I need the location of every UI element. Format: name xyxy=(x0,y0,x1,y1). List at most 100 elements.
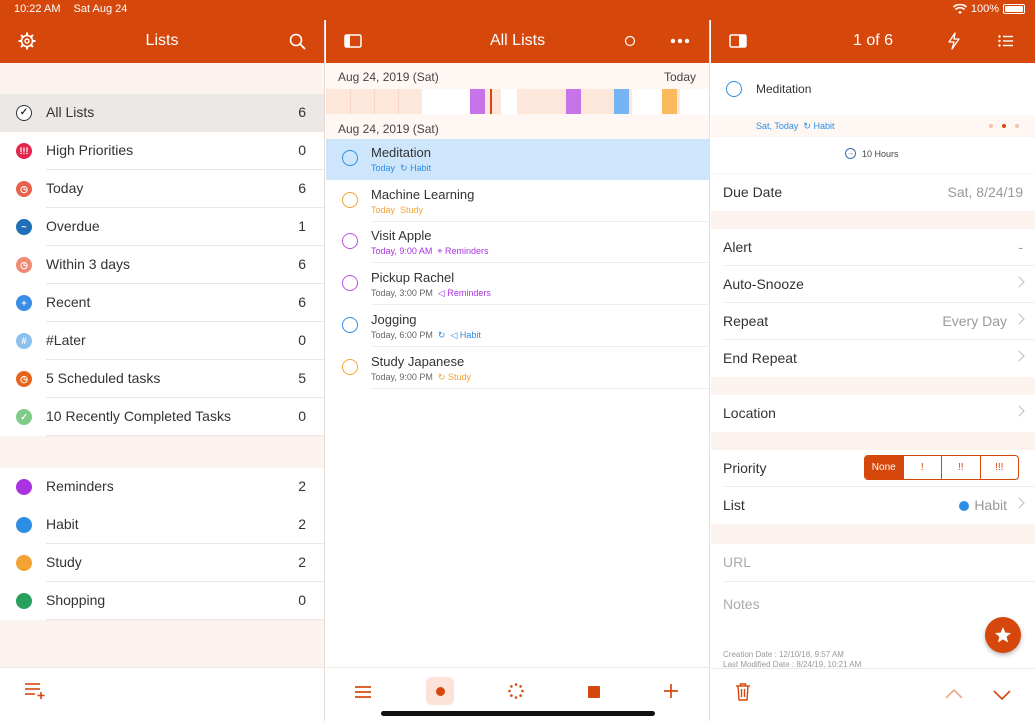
list-menu-icon[interactable] xyxy=(995,31,1017,51)
task-complete-checkbox[interactable] xyxy=(342,275,358,291)
chevron-up-icon[interactable] xyxy=(945,686,963,704)
notes-row[interactable]: Notes Creation Date : 12/10/18, 9:57 AM … xyxy=(711,582,1035,669)
task-complete-checkbox[interactable] xyxy=(342,317,358,333)
list-count: 2 xyxy=(298,478,306,494)
task-title: Pickup Rachel xyxy=(371,270,455,285)
alarm-icon: ◁ xyxy=(450,330,458,340)
list-count: 6 xyxy=(298,294,306,310)
end-repeat-label: End Repeat xyxy=(723,350,797,366)
task-title: Machine Learning xyxy=(371,187,475,202)
focus-record-button[interactable] xyxy=(426,677,454,705)
task-title-field[interactable]: Meditation xyxy=(756,82,811,96)
chevron-down-icon[interactable] xyxy=(993,687,1011,705)
lists-bottom-bar xyxy=(0,667,324,721)
lists-title: Lists xyxy=(145,32,179,49)
list-label: 5 Scheduled tasks xyxy=(46,370,161,386)
task-complete-checkbox[interactable] xyxy=(342,233,358,249)
tasks-nav-bar: All Lists xyxy=(326,20,709,63)
list-label: Today xyxy=(46,180,84,196)
today-button[interactable]: Today xyxy=(664,70,696,84)
task-complete-checkbox[interactable] xyxy=(342,359,358,375)
timeline-date: Aug 24, 2019 (Sat) xyxy=(338,70,439,84)
timeline-strip[interactable] xyxy=(326,89,709,114)
battery-percent: 100% xyxy=(970,3,999,15)
list-count: 1 xyxy=(298,218,306,234)
location-label: Location xyxy=(723,405,776,421)
list-label: Shopping xyxy=(46,592,106,608)
list-label: All Lists xyxy=(46,104,95,120)
list-label: High Priorities xyxy=(46,142,134,158)
task-complete-checkbox[interactable] xyxy=(726,81,742,97)
status-time: 10:22 AM xyxy=(14,3,61,15)
url-row[interactable]: URL xyxy=(711,544,1035,582)
chevron-right-icon xyxy=(1013,276,1025,288)
repeat-row[interactable]: Repeat Every Day xyxy=(711,303,1035,340)
trash-icon[interactable] xyxy=(735,682,751,706)
list-item-recently-completed[interactable]: ✓ 10 Recently Completed Tasks 0 xyxy=(0,398,324,436)
timeline-reminder-block xyxy=(470,89,485,114)
due-date-row[interactable]: Due Date Sat, 8/24/19 xyxy=(711,174,1035,211)
task-row-jogging[interactable]: Jogging Today, 6:00 PM ↻ ◁ Habit xyxy=(326,306,709,347)
list-item-within-3-days[interactable]: ◷ Within 3 days 6 xyxy=(0,246,324,284)
tasks-panel: All Lists Aug 24, 2019 (Sat) Today Aug 2… xyxy=(326,0,710,721)
task-row-meditation[interactable]: Meditation Today ↻ Habit xyxy=(326,139,709,180)
divider xyxy=(371,262,709,263)
check-icon: ✓ xyxy=(16,409,32,425)
task-row-machine-learning[interactable]: Machine Learning Today Study xyxy=(326,181,709,222)
priority-none-option[interactable]: None xyxy=(865,456,903,479)
section-header: Aug 24, 2019 (Sat) xyxy=(326,114,709,139)
list-item-later[interactable]: # #Later 0 xyxy=(0,322,324,360)
list-item-shopping[interactable]: Shopping 0 xyxy=(0,582,324,620)
lightning-icon[interactable] xyxy=(943,31,965,51)
task-meta: Today Study xyxy=(371,205,423,215)
task-row-visit-apple[interactable]: Visit Apple Today, 9:00 AM ⌖ Reminders xyxy=(326,222,709,263)
auto-snooze-label: Auto-Snooze xyxy=(723,276,804,292)
location-row[interactable]: Location xyxy=(711,395,1035,432)
shopping-color-dot xyxy=(16,593,32,609)
notes-field: Notes xyxy=(723,596,760,612)
priority-low-option[interactable]: ! xyxy=(902,456,942,479)
duration-icon: → xyxy=(845,148,856,159)
creation-date: Creation Date : 12/10/18, 9:57 AM xyxy=(723,650,844,659)
task-meta: Today, 6:00 PM ↻ ◁ Habit xyxy=(371,330,481,341)
list-item-today[interactable]: ◷ Today 6 xyxy=(0,170,324,208)
task-row-pickup-rachel[interactable]: Pickup Rachel Today, 3:00 PM ◁ Reminders xyxy=(326,264,709,305)
progress-spinner-icon[interactable] xyxy=(508,683,524,704)
add-list-icon[interactable] xyxy=(24,680,46,705)
focus-circle-icon[interactable] xyxy=(619,31,641,51)
priority-medium-option[interactable]: !! xyxy=(941,456,980,479)
task-complete-checkbox[interactable] xyxy=(342,192,358,208)
home-indicator xyxy=(381,711,655,716)
task-row-study-japanese[interactable]: Study Japanese Today, 9:00 PM ↻ Study xyxy=(326,348,709,389)
task-title: Jogging xyxy=(371,312,417,327)
list-item-reminders[interactable]: Reminders 2 xyxy=(0,468,324,506)
lists-panel: Lists ✓ All Lists 6 !!! High Priorities … xyxy=(0,0,325,721)
task-complete-checkbox[interactable] xyxy=(342,150,358,166)
add-task-icon[interactable] xyxy=(663,683,679,704)
duration-row[interactable]: → 10 Hours xyxy=(711,137,1035,173)
list-item-high-priorities[interactable]: !!! High Priorities 0 xyxy=(0,132,324,170)
divider xyxy=(46,619,324,620)
list-item-all-lists[interactable]: ✓ All Lists 6 xyxy=(0,94,324,132)
more-options-icon[interactable] xyxy=(669,31,691,51)
detail-bottom-bar xyxy=(711,668,1035,721)
priority-high-option[interactable]: !!! xyxy=(979,456,1019,479)
auto-snooze-row[interactable]: Auto-Snooze xyxy=(711,266,1035,303)
habit-color-dot xyxy=(16,517,32,533)
list-item-study[interactable]: Study 2 xyxy=(0,544,324,582)
end-repeat-row[interactable]: End Repeat xyxy=(711,340,1035,377)
task-title: Visit Apple xyxy=(371,228,432,243)
list-item-scheduled[interactable]: ◷ 5 Scheduled tasks 5 xyxy=(0,360,324,398)
timeline-habit-block xyxy=(614,89,629,114)
stop-square-icon[interactable] xyxy=(588,686,600,698)
alert-row[interactable]: Alert - xyxy=(711,229,1035,266)
search-icon[interactable] xyxy=(286,31,308,51)
menu-icon[interactable] xyxy=(354,685,372,704)
favorite-star-button[interactable] xyxy=(985,617,1021,653)
list-item-overdue[interactable]: ~ Overdue 1 xyxy=(0,208,324,246)
list-item-habit[interactable]: Habit 2 xyxy=(0,506,324,544)
timeline-reminder-block xyxy=(566,89,581,114)
list-item-recent[interactable]: + Recent 6 xyxy=(0,284,324,322)
list-row[interactable]: List Habit xyxy=(711,487,1035,524)
task-meta: Today ↻ Habit xyxy=(371,163,431,174)
